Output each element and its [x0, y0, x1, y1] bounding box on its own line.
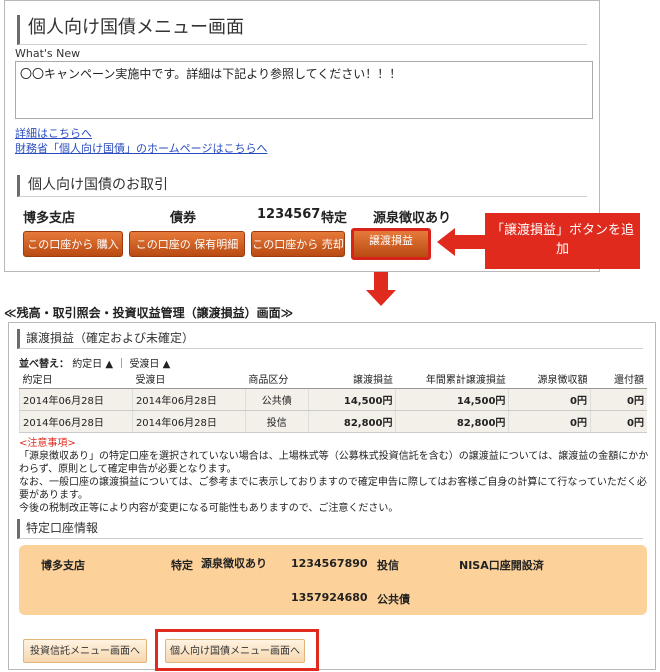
- acct-tax: 源泉徴収あり: [201, 557, 267, 570]
- cell-contract-date: 2014年06月28日: [19, 410, 133, 433]
- transfer-gain-button[interactable]: 譲渡損益: [351, 228, 431, 260]
- page-title: 個人向け国債メニュー画面: [17, 15, 587, 45]
- cell-delivery-date: 2014年06月28日: [131, 410, 246, 433]
- cell-gain: 14,500円: [307, 388, 396, 411]
- branch-name: 博多支店: [23, 211, 76, 226]
- notice-line-1: 「源泉徴収あり」の特定口座を選択されていない場合は、上場株式等（公募株式投資信託…: [19, 451, 649, 475]
- acct-number-1: 1234567890: [291, 557, 368, 570]
- transaction-section-title: 個人向け国債のお取引: [17, 175, 587, 197]
- cell-contract-date: 2014年06月28日: [19, 388, 133, 411]
- cell-product: 投信: [244, 410, 309, 433]
- acct-branch: 博多支店: [41, 559, 85, 572]
- highlight-frame: [155, 629, 319, 671]
- cell-delivery-date: 2014年06月28日: [131, 388, 246, 411]
- notice-block: <注意事項> 「源泉徴収あり」の特定口座を選択されていない場合は、上場株式等（公…: [19, 437, 649, 515]
- sell-button[interactable]: この口座から 売却: [251, 231, 345, 257]
- cell-refund: 0円: [589, 410, 647, 433]
- trust-menu-button[interactable]: 投資信託メニュー画面へ: [23, 639, 147, 663]
- holdings-button[interactable]: この口座の 保有明細: [129, 231, 245, 257]
- callout-note: 「譲渡損益」ボタンを追加: [485, 213, 640, 269]
- news-box: 〇〇キャンペーン実施中です。詳細は下記より参照してください！！！: [15, 61, 593, 119]
- account-number: 1234567: [257, 207, 321, 222]
- account-type: 特定: [321, 211, 348, 226]
- acct-type: 特定: [171, 559, 193, 572]
- col-withholding: 源泉徴収額: [508, 369, 591, 389]
- cell-gain: 82,800円: [307, 410, 396, 433]
- table-row: 2014年06月28日 2014年06月28日 投信 82,800円 82,80…: [19, 410, 647, 433]
- down-arrow: [366, 290, 396, 306]
- cell-withholding: 0円: [508, 388, 591, 411]
- cell-annual-gain: 14,500円: [395, 388, 509, 411]
- col-contract-date: 約定日: [19, 369, 133, 389]
- notice-line-2: なお、一般口座の譲渡損益については、ご参考までに表示しておりますので確定申告に際…: [19, 477, 647, 501]
- sort-row: 並べ替え： 約定日 ▲ ｜ 受渡日 ▲: [19, 355, 170, 370]
- detail-link[interactable]: 詳細はこちらへ: [15, 125, 92, 141]
- table-row: 2014年06月28日 2014年06月28日 公共債 14,500円 14,5…: [19, 388, 647, 411]
- nisa-status: NISA口座開設済: [459, 559, 544, 572]
- col-delivery-date: 受渡日: [132, 369, 246, 389]
- col-refund: 還付額: [590, 369, 647, 389]
- cell-withholding: 0円: [508, 410, 591, 433]
- col-gain: 譲渡損益: [308, 369, 396, 389]
- tax-type: 源泉徴収あり: [373, 211, 452, 226]
- product-type: 債券: [170, 211, 197, 226]
- notice-line-3: 今後の税制改正等により内容が変更になる可能性もありますので、ご注意ください。: [19, 503, 399, 514]
- callout-arrow-body: [454, 235, 486, 249]
- col-annual-gain: 年間累計譲渡損益: [395, 369, 509, 389]
- screen-caption: ≪残高・取引照会・投資収益管理（譲渡損益）画面≫: [4, 306, 294, 320]
- cell-refund: 0円: [589, 388, 647, 411]
- notice-heading: <注意事項>: [19, 438, 76, 449]
- transfer-gain-panel: 譲渡損益（確定および未確定） 並べ替え： 約定日 ▲ ｜ 受渡日 ▲ 約定日 受…: [8, 322, 656, 671]
- col-product: 商品区分: [245, 369, 309, 389]
- down-arrow-body: [374, 272, 388, 292]
- acct-product-1: 投信: [377, 559, 399, 572]
- acct-number-2: 1357924680: [291, 591, 368, 604]
- cell-annual-gain: 82,800円: [395, 410, 509, 433]
- whats-new-label: What's New: [15, 47, 81, 60]
- buy-button[interactable]: この口座から 購入: [23, 231, 123, 257]
- transfer-gain-title: 譲渡損益（確定および未確定）: [17, 329, 643, 349]
- transfer-gain-table: 約定日 受渡日 商品区分 譲渡損益 年間累計譲渡損益 源泉徴収額 還付額 201…: [19, 369, 647, 433]
- account-info-title: 特定口座情報: [17, 519, 643, 539]
- table-header-row: 約定日 受渡日 商品区分 譲渡損益 年間累計譲渡損益 源泉徴収額 還付額: [19, 369, 647, 389]
- cell-product: 公共債: [244, 388, 309, 411]
- account-info-box: 博多支店 特定 源泉徴収あり 1234567890 投信 NISA口座開設済 1…: [19, 545, 647, 615]
- acct-product-2: 公共債: [377, 593, 410, 606]
- callout-arrow: [437, 228, 455, 256]
- mof-homepage-link[interactable]: 財務省「個人向け国債」のホームページはこちらへ: [15, 140, 267, 156]
